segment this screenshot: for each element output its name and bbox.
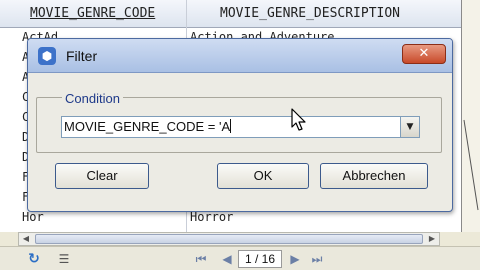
cancel-button[interactable]: Abbrechen [320,163,428,189]
list-icon[interactable]: ☰ [56,251,72,267]
grid-header: MOVIE_GENRE_CODE MOVIE_GENRE_DESCRIPTION [0,0,461,28]
filter-dialog: ⬢ Filter ✕ Condition MOVIE_GENRE_CODE = … [27,38,453,212]
column-header-genre-code[interactable]: MOVIE_GENRE_CODE [30,6,155,21]
prev-page-icon[interactable]: ◀ [220,251,234,267]
condition-value: MOVIE_GENRE_CODE = 'A [64,119,231,134]
refresh-icon[interactable]: ↻ [26,251,42,267]
filter-icon: ⬢ [38,47,56,65]
clear-button[interactable]: Clear [55,163,149,189]
dialog-titlebar[interactable]: ⬢ Filter ✕ [28,39,452,73]
next-page-icon[interactable]: ▶ [288,251,302,267]
scroll-right-icon[interactable]: ▶ [425,233,439,245]
last-page-icon[interactable]: ⏭ [310,251,324,267]
connector-line [463,119,479,211]
table-row[interactable]: Hor Horror [0,210,461,228]
mouse-cursor-icon [291,108,306,131]
close-button[interactable]: ✕ [402,44,446,64]
column-header-genre-description[interactable]: MOVIE_GENRE_DESCRIPTION [220,6,400,21]
close-icon: ✕ [418,46,430,61]
cell-code: Hor [22,210,44,224]
horizontal-scrollbar[interactable]: ◀ ▶ [18,232,440,246]
chevron-down-icon[interactable]: ▼ [400,116,420,138]
side-panel [462,0,480,232]
scroll-left-icon[interactable]: ◀ [19,233,33,245]
dialog-title: Filter [66,48,98,64]
condition-input[interactable]: MOVIE_GENRE_CODE = 'A [61,116,401,138]
ok-button[interactable]: OK [217,163,309,189]
first-page-icon[interactable]: ⏮ [194,251,208,267]
record-navigator: ↻ ☰ ⏮ ◀ 1 / 16 ▶ ⏭ [0,246,480,270]
condition-label: Condition [62,91,123,106]
page-indicator[interactable]: 1 / 16 [238,250,282,268]
text-caret [230,119,232,133]
scrollbar-thumb[interactable] [35,234,423,244]
cell-description: Horror [190,210,234,224]
